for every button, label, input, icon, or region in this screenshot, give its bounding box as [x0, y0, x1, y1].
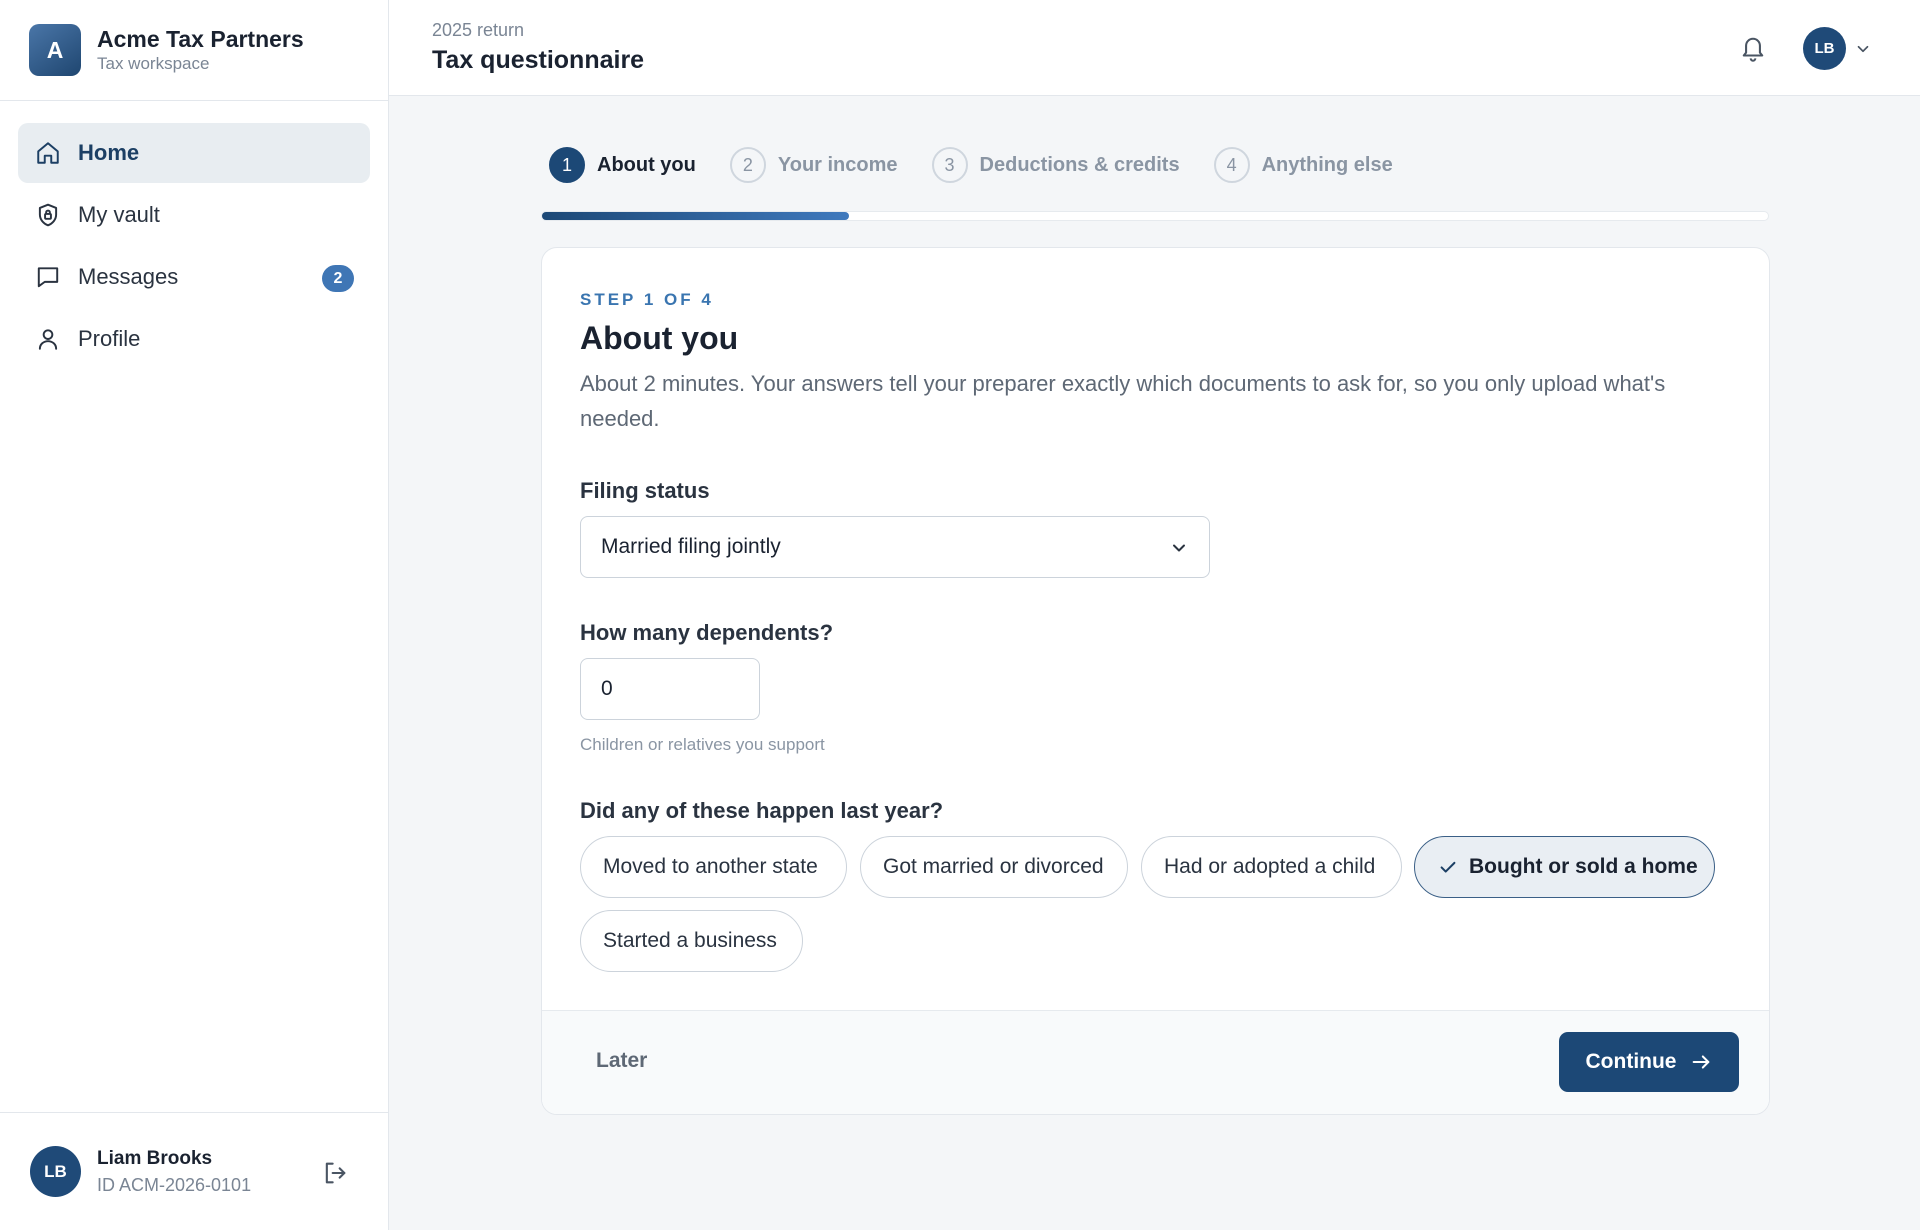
brand: A Acme Tax Partners Tax workspace — [0, 0, 388, 101]
avatar[interactable]: LB — [1803, 27, 1846, 70]
sidebar: A Acme Tax Partners Tax workspace Home M… — [0, 0, 389, 1230]
logout-icon[interactable] — [321, 1159, 349, 1187]
avatar[interactable]: LB — [30, 1146, 81, 1197]
step-label: About you — [597, 153, 696, 176]
progress-bar — [541, 211, 1769, 221]
top-header: 2025 return Tax questionnaire LB — [389, 0, 1920, 96]
section-title: About you — [580, 320, 739, 356]
chip-label: Moved to another state — [603, 855, 818, 878]
bell-icon[interactable] — [1739, 33, 1767, 63]
messages-count-badge: 2 — [322, 265, 354, 292]
sidebar-item-messages[interactable]: Messages 2 — [18, 247, 370, 307]
dependents-label: How many dependents? — [580, 620, 834, 645]
step-label: Deductions & credits — [979, 153, 1180, 176]
filing-status-select[interactable]: Married filing jointly — [580, 516, 1210, 578]
user-icon — [34, 325, 62, 353]
chip-label: Had or adopted a child — [1164, 855, 1376, 878]
chip-moved-state[interactable]: Moved to another state — [580, 836, 847, 898]
step-number: 4 — [1213, 147, 1250, 183]
section-description: About 2 minutes. Your answers tell your … — [580, 371, 1666, 431]
step-eyebrow: STEP 1 OF 4 — [580, 290, 714, 309]
arrow-right-icon — [1690, 1051, 1712, 1073]
continue-label: Continue — [1585, 1050, 1677, 1073]
sidebar-item-home[interactable]: Home — [18, 123, 370, 183]
step-your-income[interactable]: 2 Your income — [729, 147, 898, 183]
stepper: 1 About you 2 Your income 3 Deductions &… — [549, 147, 1427, 183]
page-title: Tax questionnaire — [432, 46, 645, 74]
chip-home[interactable]: Bought or sold a home — [1414, 836, 1715, 898]
brand-logo: A — [29, 24, 81, 76]
brand-name: Acme Tax Partners — [97, 26, 304, 52]
sidebar-nav: Home My vault Messages 2 Profile — [0, 101, 388, 369]
step-deductions-credits[interactable]: 3 Deductions & credits — [931, 147, 1180, 183]
chat-icon — [34, 263, 62, 291]
questionnaire-card: STEP 1 OF 4 About you About 2 minutes. Y… — [541, 247, 1770, 1115]
home-icon — [34, 139, 62, 167]
dependents-help-text: Children or relatives you support — [580, 735, 825, 754]
continue-button[interactable]: Continue — [1559, 1032, 1739, 1092]
chip-child[interactable]: Had or adopted a child — [1141, 836, 1402, 898]
check-icon — [1437, 856, 1459, 878]
life-events-label: Did any of these happen last year? — [580, 798, 944, 823]
sidebar-item-label: Profile — [78, 326, 141, 351]
step-number: 2 — [729, 147, 766, 183]
step-anything-else[interactable]: 4 Anything else — [1213, 147, 1393, 183]
user-footer: LB Liam Brooks ID ACM-2026-0101 — [0, 1112, 389, 1230]
account-menu[interactable]: LB — [1803, 27, 1872, 70]
step-number: 3 — [931, 147, 968, 183]
step-label: Anything else — [1261, 153, 1393, 176]
filing-status-label: Filing status — [580, 478, 710, 503]
brand-subtitle: Tax workspace — [97, 54, 210, 73]
filing-status-value: Married filing jointly — [601, 535, 781, 558]
sidebar-item-label: My vault — [78, 202, 160, 227]
card-footer: Later Continue — [542, 1010, 1769, 1114]
chevron-down-icon — [1169, 538, 1189, 558]
chip-label: Bought or sold a home — [1469, 855, 1698, 878]
progress-fill — [542, 212, 849, 220]
step-about-you[interactable]: 1 About you — [549, 147, 696, 183]
user-name: Liam Brooks — [97, 1147, 213, 1169]
shield-icon — [34, 201, 62, 229]
chip-business[interactable]: Started a business — [580, 910, 803, 972]
sidebar-item-profile[interactable]: Profile — [18, 309, 370, 369]
step-label: Your income — [777, 153, 898, 176]
chip-label: Got married or divorced — [883, 855, 1104, 878]
dependents-input[interactable] — [580, 658, 760, 720]
sidebar-item-label: Messages — [78, 264, 179, 289]
later-button[interactable]: Later — [596, 1049, 647, 1073]
chip-label: Started a business — [603, 929, 777, 952]
step-number: 1 — [549, 147, 585, 183]
sidebar-item-label: Home — [78, 140, 140, 165]
chevron-down-icon — [1854, 40, 1872, 58]
chip-married-divorced[interactable]: Got married or divorced — [860, 836, 1128, 898]
return-year: 2025 return — [432, 20, 525, 40]
user-id: ID ACM-2026-0101 — [97, 1174, 252, 1195]
sidebar-item-vault[interactable]: My vault — [18, 185, 370, 245]
